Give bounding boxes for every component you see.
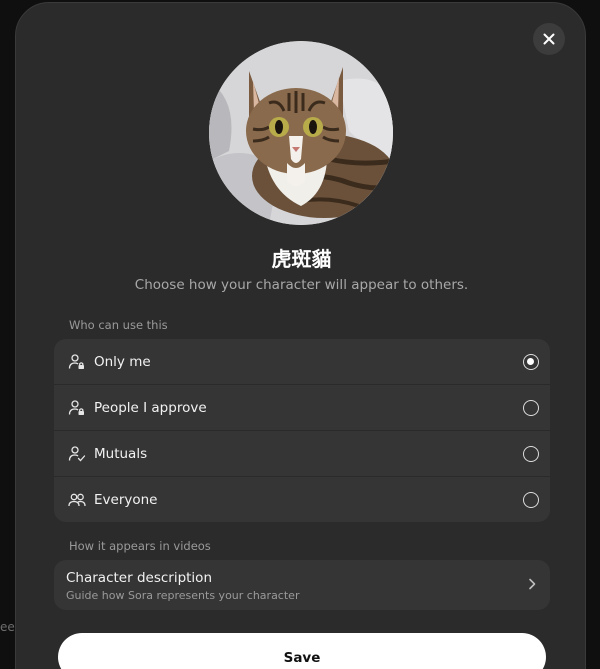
radio-only-me[interactable] [523, 354, 539, 370]
character-name: 虎斑貓 [271, 247, 332, 271]
character-settings-modal: 虎斑貓 Choose how your character will appea… [15, 2, 586, 669]
modal-subtitle: Choose how your character will appear to… [134, 277, 469, 293]
radio-people-i-approve[interactable] [523, 400, 539, 416]
option-everyone[interactable]: Everyone [54, 477, 550, 522]
option-only-me[interactable]: Only me [54, 339, 550, 385]
background-text: ee [0, 620, 15, 634]
cat-photo [209, 41, 393, 225]
person-lock-icon [68, 353, 86, 371]
person-lock-icon [68, 399, 86, 417]
option-mutuals-label: Mutuals [94, 445, 148, 462]
who-can-use-label: Who can use this [69, 318, 168, 332]
character-description-subtitle: Guide how Sora represents your character [66, 589, 300, 602]
radio-everyone[interactable] [523, 492, 539, 508]
close-button[interactable] [533, 23, 565, 55]
option-only-me-label: Only me [94, 353, 151, 370]
character-avatar [209, 41, 393, 225]
visibility-options-list: Only me People I approve Mutuals Everyon… [54, 339, 550, 522]
option-people-i-approve[interactable]: People I approve [54, 385, 550, 431]
option-people-i-approve-label: People I approve [94, 399, 207, 416]
character-description-row[interactable]: Character description Guide how Sora rep… [54, 560, 550, 610]
person-check-icon [68, 445, 86, 463]
chevron-right-icon [529, 578, 536, 590]
appearance-section-label: How it appears in videos [69, 539, 211, 553]
option-everyone-label: Everyone [94, 491, 158, 508]
close-icon [543, 33, 555, 45]
people-icon [68, 491, 86, 509]
radio-mutuals[interactable] [523, 446, 539, 462]
option-mutuals[interactable]: Mutuals [54, 431, 550, 477]
save-button[interactable]: Save [58, 633, 546, 669]
character-description-title: Character description [66, 570, 213, 586]
